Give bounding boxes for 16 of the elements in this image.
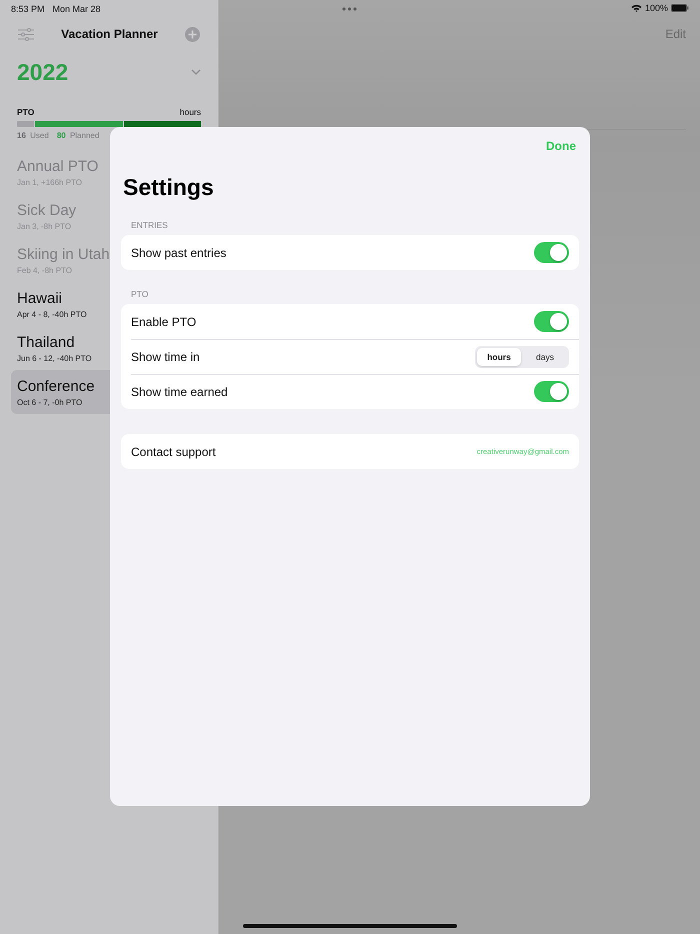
planned-count: 80 Planned: [56, 131, 100, 140]
setting-label: Show past entries: [131, 246, 226, 260]
setting-label: Show time in: [131, 350, 200, 364]
pto-label: PTO: [17, 107, 34, 117]
battery-percent: 100%: [644, 3, 668, 13]
section-header: ENTRIES: [131, 220, 169, 231]
section-header: PTO: [131, 289, 150, 300]
status-date: Mon Mar 28: [52, 4, 101, 14]
setting-label: Enable PTO: [131, 314, 196, 328]
unit-label: hours: [180, 107, 201, 117]
setting-label: Show time earned: [131, 384, 228, 398]
settings-title: Settings: [123, 173, 215, 201]
app-title: Vacation Planner: [61, 27, 158, 41]
used-count: 16 Used: [17, 131, 49, 140]
setting-label: Contact support: [131, 444, 216, 458]
status-time: 8:53 PM: [11, 4, 45, 14]
